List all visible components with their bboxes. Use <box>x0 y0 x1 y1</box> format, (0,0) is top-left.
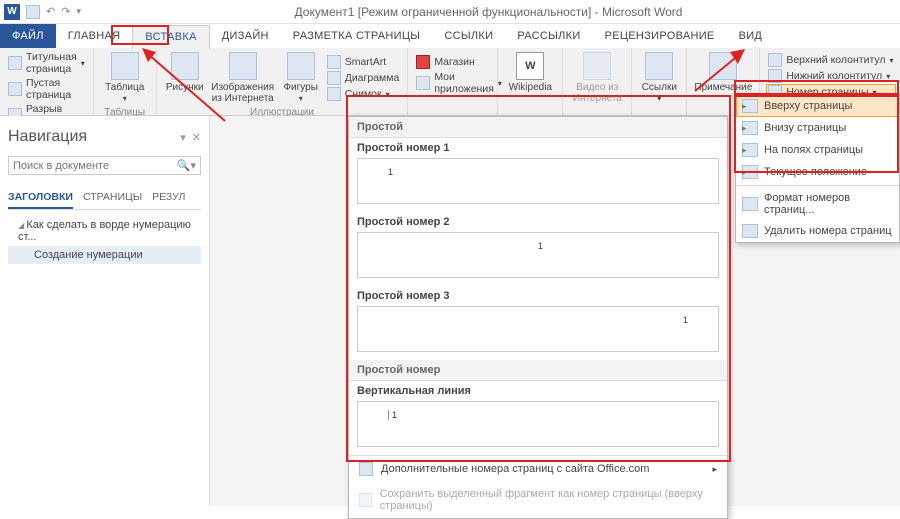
online-pictures-icon <box>229 52 257 80</box>
pn-bottom-icon <box>742 121 758 135</box>
chart-button[interactable]: Диаграмма <box>325 70 402 86</box>
nav-dropdown-icon[interactable]: ▾ <box>180 131 186 144</box>
tab-insert[interactable]: ВСТАВКА <box>132 25 209 49</box>
links-button[interactable]: Ссылки▾ <box>638 50 680 106</box>
tab-design[interactable]: ДИЗАЙН <box>210 24 281 48</box>
video-icon <box>583 52 611 80</box>
nav-heading-1[interactable]: Создание нумерации <box>8 246 201 264</box>
group-apps: Магазин Мои приложения▾ <box>408 48 498 115</box>
pn-current-icon <box>742 165 758 179</box>
ribbon-tabs: ФАЙЛ ГЛАВНАЯ ВСТАВКА ДИЗАЙН РАЗМЕТКА СТР… <box>0 24 900 48</box>
tab-review[interactable]: РЕЦЕНЗИРОВАНИЕ <box>593 24 727 48</box>
wikipedia-icon: W <box>516 52 544 80</box>
pictures-icon <box>171 52 199 80</box>
pn-current-position[interactable]: Текущее положение▸ <box>736 161 899 183</box>
pn-margin-icon <box>742 143 758 157</box>
shapes-icon <box>287 52 315 80</box>
screenshot-button[interactable]: Снимок▾ <box>325 86 402 102</box>
save-icon[interactable] <box>26 5 40 19</box>
table-icon <box>111 52 139 80</box>
my-apps-icon <box>416 76 430 90</box>
my-apps-button[interactable]: Мои приложения▾ <box>414 70 491 96</box>
navigation-pane: Навигация ▾ ✕ 🔍▾ ЗАГОЛОВКИ СТРАНИЦЫ РЕЗУ… <box>0 116 210 506</box>
page-number-gallery: Простой Простой номер 1 1 Простой номер … <box>348 116 728 519</box>
link-icon <box>645 52 673 80</box>
search-input[interactable] <box>13 160 177 172</box>
blank-page-icon <box>8 82 22 96</box>
page-number-menu: Вверху страницы▸ Внизу страницы▸ На поля… <box>735 94 900 243</box>
pn-remove[interactable]: Удалить номера страниц <box>736 220 899 242</box>
word-app-icon: W <box>4 4 20 20</box>
group-links: Ссылки▾ <box>632 48 687 115</box>
gallery-item-1[interactable]: Простой номер 1 1 <box>349 138 727 212</box>
tab-file[interactable]: ФАЙЛ <box>0 24 56 48</box>
undo-icon[interactable]: ↶ <box>46 5 55 18</box>
gallery-more-office[interactable]: Дополнительные номера страниц с сайта Of… <box>349 456 727 482</box>
pn-remove-icon <box>742 224 758 238</box>
smartart-button[interactable]: SmartArt <box>325 54 402 70</box>
tab-layout[interactable]: РАЗМЕТКА СТРАНИЦЫ <box>281 24 433 48</box>
chart-icon <box>327 71 341 85</box>
title-bar: W ↶ ↷ ▾ Документ1 [Режим ограниченной фу… <box>0 0 900 24</box>
gallery-item-3[interactable]: Простой номер 3 1 <box>349 286 727 360</box>
group-tables: Таблица▾ Таблицы <box>94 48 157 115</box>
footer-button[interactable]: Нижний колонтитул▾ <box>766 68 895 84</box>
blank-page-button[interactable]: Пустая страница <box>6 76 87 102</box>
tab-view[interactable]: ВИД <box>727 24 775 48</box>
gallery-section-simple: Простой <box>349 117 727 138</box>
nav-tab-results[interactable]: РЕЗУЛ <box>152 187 185 209</box>
online-video-button[interactable]: Видео из Интернета <box>569 50 625 106</box>
save-selection-icon <box>359 493 372 507</box>
window-title: Документ1 [Режим ограниченной функционал… <box>81 5 896 19</box>
comment-icon <box>709 52 737 80</box>
office-icon <box>359 462 373 476</box>
wikipedia-button[interactable]: WWikipedia <box>504 50 556 102</box>
nav-close-icon[interactable]: ✕ <box>192 131 201 144</box>
pictures-button[interactable]: Рисунки <box>163 50 207 106</box>
tab-home[interactable]: ГЛАВНАЯ <box>56 24 133 48</box>
header-button[interactable]: Верхний колонтитул▾ <box>766 52 895 68</box>
tab-references[interactable]: ССЫЛКИ <box>432 24 505 48</box>
navigation-title: Навигация <box>8 128 87 146</box>
redo-icon[interactable]: ↷ <box>61 5 70 18</box>
cover-page-button[interactable]: Титульная страница▾ <box>6 50 87 76</box>
nav-tree: ◢ Как сделать в ворде нумерацию ст... Со… <box>8 216 201 264</box>
gallery-section-simple-number: Простой номер <box>349 360 727 381</box>
table-button[interactable]: Таблица▾ <box>100 50 150 106</box>
pn-page-margins[interactable]: На полях страницы▸ <box>736 139 899 161</box>
pn-format[interactable]: Формат номеров страниц... <box>736 188 899 220</box>
header-icon <box>768 53 782 67</box>
gallery-item-vertical-line[interactable]: Вертикальная линия 1 <box>349 381 727 455</box>
pn-bottom-of-page[interactable]: Внизу страницы▸ <box>736 117 899 139</box>
pn-top-icon <box>742 99 758 113</box>
gallery-item-2[interactable]: Простой номер 2 1 <box>349 212 727 286</box>
group-wikipedia: WWikipedia <box>498 48 563 115</box>
group-pages: Титульная страница▾ Пустая страница Разр… <box>0 48 94 115</box>
store-icon <box>416 55 430 69</box>
store-button[interactable]: Магазин <box>414 54 491 70</box>
cover-page-icon <box>8 56 22 70</box>
nav-heading-0[interactable]: ◢ Как сделать в ворде нумерацию ст... <box>8 216 201 246</box>
group-illustrations: Рисунки Изображения из Интернета Фигуры▾… <box>157 48 409 115</box>
gallery-save-selection: Сохранить выделенный фрагмент как номер … <box>349 482 727 518</box>
pn-format-icon <box>742 197 758 211</box>
pn-top-of-page[interactable]: Вверху страницы▸ <box>736 95 899 117</box>
tab-mailings[interactable]: РАССЫЛКИ <box>505 24 592 48</box>
screenshot-icon <box>327 87 341 101</box>
smartart-icon <box>327 55 341 69</box>
online-pictures-button[interactable]: Изображения из Интернета <box>209 50 277 106</box>
shapes-button[interactable]: Фигуры▾ <box>279 50 323 106</box>
footer-icon <box>768 69 782 83</box>
search-icon[interactable]: 🔍▾ <box>177 159 196 172</box>
nav-tab-pages[interactable]: СТРАНИЦЫ <box>83 187 142 209</box>
group-media: Видео из Интернета <box>563 48 632 115</box>
search-box[interactable]: 🔍▾ <box>8 156 201 175</box>
nav-tab-headings[interactable]: ЗАГОЛОВКИ <box>8 187 73 209</box>
